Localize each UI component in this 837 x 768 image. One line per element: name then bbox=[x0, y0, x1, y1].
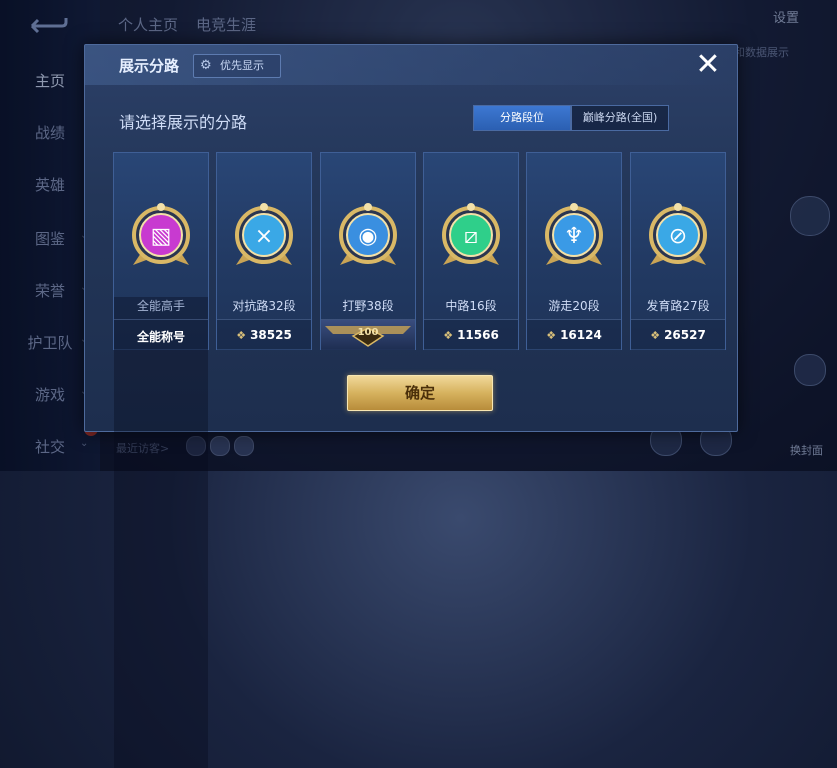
svg-text:⊘: ⊘ bbox=[669, 224, 687, 249]
rank-emblem-icon: ⊘ bbox=[649, 203, 707, 265]
lane-card-footer: ❖ 26527 bbox=[631, 319, 725, 350]
dialog-title: 展示分路 bbox=[119, 57, 180, 75]
rank-badge-value: 100 bbox=[357, 327, 379, 338]
lane-rank-label: 全能高手 bbox=[114, 297, 208, 768]
lane-card-footer: 全能称号 bbox=[114, 319, 208, 350]
title-label: 全能称号 bbox=[114, 328, 208, 345]
priority-display-button[interactable]: ⚙ 优先显示 bbox=[193, 54, 281, 78]
lane-card[interactable]: ⧄ 中路16段 ❖ 11566 bbox=[423, 152, 519, 350]
lane-card[interactable]: ♆ 游走20段 ❖ 16124 bbox=[526, 152, 622, 350]
tab-peak-lane[interactable]: 巅峰分路(全国) bbox=[571, 105, 669, 131]
lane-rank-label: 中路16段 bbox=[445, 299, 497, 313]
svg-text:⨯: ⨯ bbox=[255, 224, 273, 249]
confirm-button[interactable]: 确定 bbox=[347, 375, 493, 411]
lane-card[interactable]: ◉ 打野38段 100 bbox=[320, 152, 416, 350]
lane-card-footer: 100 bbox=[321, 319, 415, 350]
lane-score: ❖ 26527 bbox=[631, 328, 725, 342]
rank-emblem-icon: ⨯ bbox=[235, 203, 293, 265]
lane-rank-label: 游走20段 bbox=[548, 299, 600, 313]
dialog-header bbox=[85, 45, 737, 85]
lane-card-footer-text: 11566 bbox=[457, 328, 499, 342]
lane-card[interactable]: ⊘ 发育路27段 ❖ 26527 bbox=[630, 152, 726, 350]
lane-card[interactable]: ⨯ 对抗路32段 ❖ 38525 bbox=[216, 152, 312, 350]
lane-card-footer-text: 38525 bbox=[250, 328, 292, 342]
rank-emblem-icon: ◉ bbox=[339, 203, 397, 265]
lane-card-footer: ❖ 16124 bbox=[527, 319, 621, 350]
svg-text:◉: ◉ bbox=[358, 224, 377, 249]
rank-emblem-icon: ⧄ bbox=[442, 203, 500, 265]
power-points-icon: ❖ bbox=[546, 329, 557, 342]
power-points-icon: ❖ bbox=[650, 329, 661, 342]
tab-lane-rank[interactable]: 分路段位 bbox=[473, 105, 571, 131]
lane-rank-label: 对抗路32段 bbox=[232, 299, 296, 313]
gear-icon: ⚙ bbox=[200, 58, 212, 73]
lane-card-footer: ❖ 11566 bbox=[424, 319, 518, 350]
power-points-icon: ❖ bbox=[443, 329, 454, 342]
lane-rank-label: 发育路27段 bbox=[646, 299, 710, 313]
close-icon[interactable]: ✕ bbox=[693, 50, 723, 81]
lane-card-footer: ❖ 38525 bbox=[217, 319, 311, 350]
lane-score: ❖ 16124 bbox=[527, 328, 621, 342]
lane-rank-label: 打野38段 bbox=[342, 299, 394, 313]
lane-card-footer-text: 16124 bbox=[560, 328, 602, 342]
priority-display-label: 优先显示 bbox=[220, 59, 264, 72]
svg-text:▧: ▧ bbox=[151, 224, 172, 249]
svg-text:⧄: ⧄ bbox=[464, 224, 478, 249]
svg-text:♆: ♆ bbox=[564, 224, 584, 249]
dialog-subtitle: 请选择展示的分路 bbox=[119, 113, 248, 132]
lane-card[interactable]: ▧ 全能高手 全能称号 bbox=[113, 152, 209, 768]
lane-card-footer-text: 26527 bbox=[664, 328, 706, 342]
lane-score: ❖ 11566 bbox=[424, 328, 518, 342]
lane-card-footer-text: 全能称号 bbox=[136, 330, 185, 344]
rank-emblem-icon: ♆ bbox=[545, 203, 603, 265]
lane-display-dialog: 展示分路 ⚙ 优先显示 ✕ 请选择展示的分路 分路段位 巅峰分路(全国) ▧ 全能… bbox=[84, 44, 738, 768]
lane-score: ❖ 38525 bbox=[217, 328, 311, 342]
rank-emblem-icon: ▧ bbox=[132, 203, 190, 265]
power-points-icon: ❖ bbox=[236, 329, 247, 342]
